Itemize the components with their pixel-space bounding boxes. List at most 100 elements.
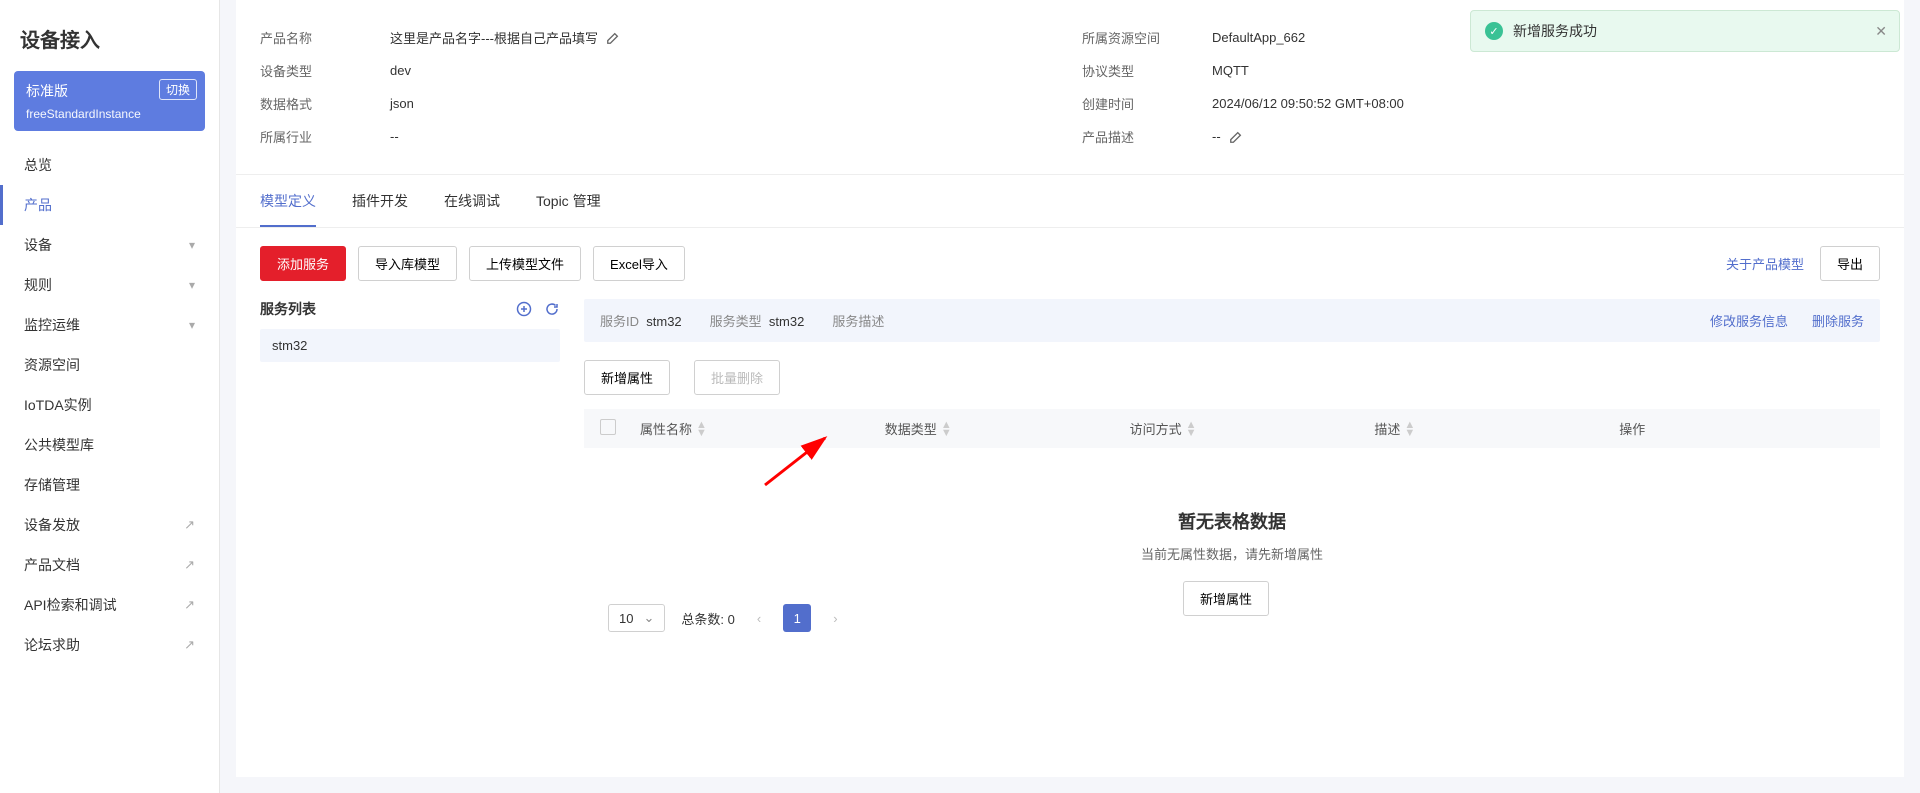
edit-service-link[interactable]: 修改服务信息	[1710, 311, 1788, 330]
service-list-panel: 服务列表 stm32	[260, 299, 560, 646]
sidebar-item[interactable]: 存储管理	[0, 465, 219, 505]
service-item[interactable]: stm32	[260, 329, 560, 362]
sidebar-item[interactable]: 设备发放↗	[0, 505, 219, 545]
delete-service-link[interactable]: 删除服务	[1812, 311, 1864, 330]
total-value: 0	[728, 612, 735, 627]
tab-model-definition[interactable]: 模型定义	[260, 175, 316, 227]
service-info-bar: 服务ID stm32 服务类型 stm32 服务描述 修改服务信息 删除服务	[584, 299, 1880, 342]
col-access[interactable]: 访问方式	[1130, 419, 1182, 438]
add-attribute-button[interactable]: 新增属性	[584, 360, 670, 395]
excel-import-button[interactable]: Excel导入	[593, 246, 685, 281]
tab-plugin-dev[interactable]: 插件开发	[352, 175, 408, 227]
sidebar-item-label: 设备	[24, 235, 52, 255]
service-list-title: 服务列表	[260, 299, 316, 319]
sidebar-item-label: API检索和调试	[24, 595, 117, 615]
toolbar: 添加服务 导入库模型 上传模型文件 Excel导入 关于产品模型 导出	[236, 228, 1904, 299]
sidebar-item[interactable]: 公共模型库	[0, 425, 219, 465]
col-desc[interactable]: 描述	[1374, 419, 1400, 438]
add-icon[interactable]	[516, 301, 532, 317]
sidebar-item-label: 产品文档	[24, 555, 80, 575]
sidebar-item[interactable]: 总览	[0, 145, 219, 185]
tab-online-debug[interactable]: 在线调试	[444, 175, 500, 227]
sidebar-item[interactable]: 产品	[0, 185, 219, 225]
device-type-value: dev	[390, 61, 1042, 80]
import-lib-button[interactable]: 导入库模型	[358, 246, 457, 281]
table-header-row: 属性名称▲▼ 数据类型▲▼ 访问方式▲▼ 描述▲▼ 操作	[584, 409, 1880, 448]
prev-page-button[interactable]: ‹	[751, 611, 767, 626]
sort-icon[interactable]: ▲▼	[1186, 421, 1197, 437]
sidebar-item[interactable]: 资源空间	[0, 345, 219, 385]
chevron-down-icon: ▾	[189, 278, 195, 292]
empty-title: 暂无表格数据	[584, 508, 1880, 534]
sidebar-item[interactable]: 产品文档↗	[0, 545, 219, 585]
create-time-label: 创建时间	[1082, 94, 1172, 113]
resource-space-label: 所属资源空间	[1082, 28, 1172, 47]
total-label: 总条数:	[681, 612, 724, 627]
instance-switch-button[interactable]: 切换	[159, 79, 197, 100]
instance-card[interactable]: 标准版 切换 freeStandardInstance	[14, 71, 205, 131]
instance-title: 标准版	[26, 83, 68, 99]
col-attr-name[interactable]: 属性名称	[640, 419, 692, 438]
sidebar-item-label: 总览	[24, 155, 52, 175]
main: ✓ 新增服务成功 ✕ 产品名称 这里是产品名字---根据自己产品填写 所属资源空…	[220, 0, 1920, 793]
industry-value: --	[390, 127, 1042, 146]
protocol-label: 协议类型	[1082, 61, 1172, 80]
close-icon[interactable]: ✕	[1875, 23, 1887, 40]
sidebar-item[interactable]: IoTDA实例	[0, 385, 219, 425]
select-all-checkbox[interactable]	[600, 419, 616, 435]
add-service-button[interactable]: 添加服务	[260, 246, 346, 281]
sidebar-item-label: 存储管理	[24, 475, 80, 495]
tabs: 模型定义 插件开发 在线调试 Topic 管理	[236, 175, 1904, 228]
sidebar-item-label: IoTDA实例	[24, 395, 92, 415]
tab-topic-manage[interactable]: Topic 管理	[536, 175, 601, 227]
sidebar-item-label: 资源空间	[24, 355, 80, 375]
sort-icon[interactable]: ▲▼	[1404, 421, 1415, 437]
sidebar-item[interactable]: API检索和调试 ↗	[0, 585, 219, 625]
success-toast: ✓ 新增服务成功 ✕	[1470, 10, 1900, 52]
col-action: 操作	[1619, 419, 1645, 438]
upload-model-button[interactable]: 上传模型文件	[469, 246, 581, 281]
instance-name: freeStandardInstance	[26, 107, 193, 121]
chevron-down-icon: ⌄	[643, 610, 654, 626]
sidebar-item-label: 监控运维	[24, 315, 80, 335]
product-name-value: 这里是产品名字---根据自己产品填写	[390, 28, 598, 47]
refresh-icon[interactable]	[544, 301, 560, 317]
batch-delete-button[interactable]: 批量删除	[694, 360, 780, 395]
sidebar-item-label: 产品	[24, 195, 52, 215]
sidebar-item[interactable]: 规则▾	[0, 265, 219, 305]
edit-icon[interactable]	[606, 31, 620, 45]
pagination: 10 ⌄ 总条数: 0 ‹ 1 ›	[608, 604, 1856, 632]
sort-icon[interactable]: ▲▼	[696, 421, 707, 437]
chevron-down-icon: ▾	[189, 318, 195, 332]
chevron-down-icon: ▾	[189, 238, 195, 252]
service-type-label: 服务类型	[710, 314, 762, 329]
product-name-label: 产品名称	[260, 28, 350, 47]
data-format-label: 数据格式	[260, 94, 350, 113]
device-type-label: 设备类型	[260, 61, 350, 80]
desc-label: 产品描述	[1082, 127, 1172, 146]
page-number[interactable]: 1	[783, 604, 811, 632]
page-size-value: 10	[619, 611, 633, 626]
sidebar-item[interactable]: 监控运维 ▾	[0, 305, 219, 345]
about-model-link[interactable]: 关于产品模型	[1726, 254, 1804, 273]
edit-icon[interactable]	[1229, 130, 1243, 144]
sidebar-item-label: 公共模型库	[24, 435, 94, 455]
service-id-value: stm32	[646, 314, 681, 329]
sidebar-item-label: 设备发放	[24, 515, 80, 535]
data-format-value: json	[390, 94, 1042, 113]
export-button[interactable]: 导出	[1820, 246, 1880, 281]
col-data-type[interactable]: 数据类型	[885, 419, 937, 438]
sidebar-item[interactable]: 设备 ▾	[0, 225, 219, 265]
toast-text: 新增服务成功	[1513, 21, 1597, 41]
service-type-value: stm32	[769, 314, 804, 329]
sidebar-title: 设备接入	[0, 0, 219, 71]
external-link-icon: ↗	[184, 597, 195, 613]
sidebar-item-label: 论坛求助	[24, 635, 80, 655]
protocol-value: MQTT	[1212, 61, 1864, 80]
sidebar-item[interactable]: 论坛求助↗	[0, 625, 219, 665]
sort-icon[interactable]: ▲▼	[941, 421, 952, 437]
sidebar: 设备接入 标准版 切换 freeStandardInstance 总览产品设备 ▾…	[0, 0, 220, 793]
desc-value: --	[1212, 129, 1221, 144]
next-page-button[interactable]: ›	[827, 611, 843, 626]
page-size-select[interactable]: 10 ⌄	[608, 604, 665, 632]
